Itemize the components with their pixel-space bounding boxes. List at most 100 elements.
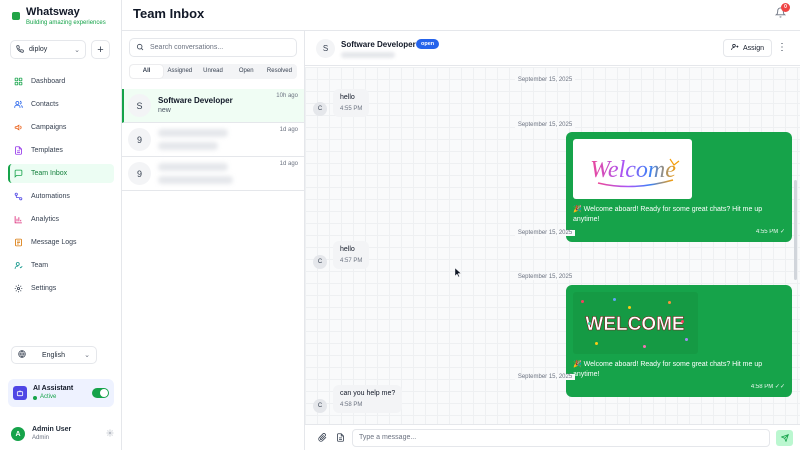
redacted-phone: [341, 52, 395, 58]
sidebar-item-label: Contacts: [31, 101, 59, 108]
sender-avatar: C: [313, 399, 327, 413]
sidebar-item-label: Team Inbox: [31, 170, 68, 177]
date-separator: September 15, 2025: [305, 230, 785, 236]
message-list[interactable]: September 15, 2025 hello 4:55 PM C Septe…: [305, 67, 800, 424]
ai-status-label: Active: [40, 394, 57, 400]
confetti-dot: [685, 338, 688, 341]
sidebar-item-label: Templates: [31, 147, 63, 154]
message-text: hello: [340, 246, 355, 253]
conversation-item[interactable]: 9 1d ago: [122, 157, 304, 191]
file-icon: [14, 146, 23, 155]
sidebar-item-team-inbox[interactable]: Team Inbox: [8, 164, 114, 183]
chat-scrollbar[interactable]: [794, 180, 797, 280]
redacted-name: [158, 163, 228, 171]
search-icon: [136, 43, 144, 53]
outgoing-message: WELCOME 🎉 Welcome aboard! Ready for some…: [566, 285, 792, 397]
gear-icon: [14, 284, 23, 293]
confetti-dot: [668, 301, 671, 304]
date-separator: September 15, 2025: [305, 374, 785, 380]
svg-text:Welcome: Welcome: [590, 157, 676, 183]
template-file-icon[interactable]: [335, 433, 345, 443]
gear-icon[interactable]: [106, 429, 114, 439]
conversation-preview: new: [158, 107, 171, 114]
sidebar-item-team[interactable]: Team: [8, 256, 114, 275]
user-profile[interactable]: A Admin User Admin: [11, 425, 114, 443]
brand-name: Whatsway: [26, 6, 80, 18]
brand-tagline: Building amazing experiences: [26, 20, 106, 26]
sidebar-item-label: Message Logs: [31, 239, 77, 246]
sidebar-item-settings[interactable]: Settings: [8, 279, 114, 298]
paperclip-icon[interactable]: [317, 433, 327, 443]
chat-header: S Software Developer open Assign ⋮: [305, 30, 800, 66]
sidebar-item-templates[interactable]: Templates: [8, 141, 114, 160]
assign-button[interactable]: Assign: [723, 39, 772, 57]
welcome-image[interactable]: WELCOME: [573, 292, 698, 354]
sidebar-nav: Dashboard Contacts Campaigns Templates T…: [8, 72, 114, 302]
confetti-dot: [613, 298, 616, 301]
search-input[interactable]: Search conversations...: [129, 38, 297, 57]
avatar: 9: [128, 128, 151, 151]
send-icon: [780, 434, 789, 442]
message-time: 4:58 PM ✓✓: [750, 384, 785, 390]
tab-assigned[interactable]: Assigned: [163, 65, 196, 78]
sidebar-item-analytics[interactable]: Analytics: [8, 210, 114, 229]
language-select[interactable]: English ⌄: [11, 346, 97, 364]
team-icon: [14, 261, 23, 270]
confetti-dot: [681, 320, 684, 323]
avatar: S: [316, 39, 335, 58]
confetti-dot: [581, 300, 584, 303]
welcome-script-art: Welcome: [590, 157, 679, 187]
date-separator: September 15, 2025: [305, 77, 785, 83]
sidebar-item-label: Team: [31, 262, 49, 269]
tab-resolved[interactable]: Resolved: [263, 65, 296, 78]
channel-select-value: diploy: [29, 46, 48, 53]
incoming-message: hello 4:57 PM: [333, 241, 370, 269]
user-name: Admin User: [32, 426, 72, 433]
grid-icon: [14, 77, 23, 86]
search-placeholder: Search conversations...: [150, 44, 224, 51]
avatar: S: [128, 94, 151, 117]
message-input[interactable]: Type a message...: [352, 429, 770, 447]
redacted-preview: [158, 176, 233, 184]
sidebar-item-dashboard[interactable]: Dashboard: [8, 72, 114, 91]
ai-assistant-toggle[interactable]: [92, 388, 109, 398]
conversation-panel: Search conversations... All Assigned Unr…: [122, 30, 305, 450]
message-time: 4:55 PM: [340, 106, 363, 112]
confetti-dot: [643, 345, 646, 348]
sidebar-item-label: Analytics: [31, 216, 60, 223]
conversation-item[interactable]: 9 1d ago: [122, 123, 304, 157]
brand[interactable]: Whatsway Building amazing experiences: [12, 6, 106, 28]
conversation-time: 1d ago: [279, 127, 298, 133]
confetti-dot: [628, 306, 631, 309]
sidebar-item-label: Dashboard: [31, 78, 66, 85]
redacted-name: [158, 129, 228, 137]
ai-assistant-card: AI Assistant Active: [8, 379, 114, 407]
date-separator: September 15, 2025: [305, 274, 785, 280]
language-value: English: [42, 351, 65, 359]
more-options-icon[interactable]: ⋮: [777, 40, 787, 56]
channel-select[interactable]: diploy ⌄: [10, 40, 86, 59]
redacted-preview: [158, 142, 218, 150]
send-button[interactable]: [776, 430, 793, 446]
status-dot: [33, 395, 37, 400]
welcome-image[interactable]: Welcome: [573, 139, 692, 199]
chevron-down-icon: ⌄: [74, 46, 80, 54]
conversation-item[interactable]: S Software Developer new 10h ago: [122, 89, 304, 123]
add-channel-button[interactable]: +: [91, 40, 110, 59]
sidebar-item-automations[interactable]: Automations: [8, 187, 114, 206]
tab-all[interactable]: All: [130, 65, 164, 78]
tab-open[interactable]: Open: [230, 65, 263, 78]
megaphone-icon: [14, 123, 23, 132]
incoming-message: can you help me? 4:58 PM: [333, 385, 403, 413]
message-composer: Type a message...: [305, 424, 800, 450]
sidebar-item-label: Campaigns: [31, 124, 67, 131]
sidebar-item-contacts[interactable]: Contacts: [8, 95, 114, 114]
user-plus-icon: [731, 43, 739, 53]
message-caption: 🎉 Welcome aboard! Ready for some great c…: [573, 206, 763, 223]
bot-icon: [13, 386, 27, 400]
sidebar-item-campaigns[interactable]: Campaigns: [8, 118, 114, 137]
tab-unread[interactable]: Unread: [196, 65, 229, 78]
sidebar-item-message-logs[interactable]: Message Logs: [8, 233, 114, 252]
filter-tabs: All Assigned Unread Open Resolved: [129, 64, 297, 79]
incoming-message: hello 4:55 PM: [333, 89, 370, 117]
